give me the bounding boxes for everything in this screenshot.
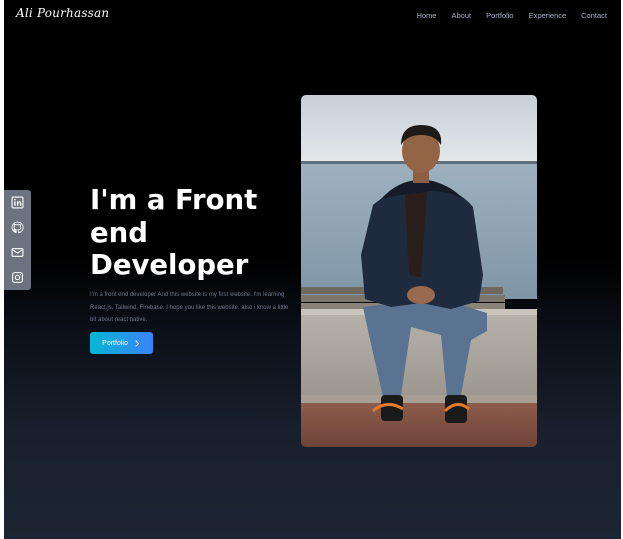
nav-link-contact[interactable]: Contact	[581, 11, 607, 20]
hero-title-line-2: end	[90, 216, 148, 249]
hero-description: I'm a front end developer And this websi…	[90, 292, 289, 323]
nav-link-home[interactable]: Home	[416, 11, 436, 20]
social-link-linkedin[interactable]	[4, 190, 31, 215]
mail-icon	[11, 248, 24, 257]
chevron-right-icon	[135, 339, 139, 347]
profile-photo-image	[301, 95, 537, 447]
portfolio-button[interactable]: Portfolio	[90, 332, 153, 354]
social-link-instagram[interactable]	[4, 265, 31, 290]
linkedin-icon	[11, 196, 24, 209]
social-links-bar	[4, 190, 31, 290]
portfolio-button-label: Portfolio	[102, 339, 128, 347]
hero-title-line-3: Developer	[90, 249, 249, 281]
nav-links: Home About Portfolio Experience Contact	[416, 11, 607, 20]
hero-title: I'm a Front end Developer	[90, 184, 290, 282]
profile-photo	[301, 95, 537, 447]
instagram-icon	[12, 272, 23, 283]
site-logo[interactable]: Ali Pourhassan	[16, 6, 109, 20]
hero-title-line-1: I'm a Front	[90, 184, 258, 216]
nav-link-portfolio[interactable]: Portfolio	[486, 11, 514, 20]
social-link-github[interactable]	[4, 215, 31, 240]
page: Ali Pourhassan Home About Portfolio Expe…	[4, 0, 621, 539]
github-icon	[11, 221, 24, 234]
navbar: Ali Pourhassan Home About Portfolio Expe…	[4, 0, 621, 32]
nav-link-about[interactable]: About	[451, 11, 471, 20]
social-link-mail[interactable]	[4, 240, 31, 265]
nav-link-experience[interactable]: Experience	[529, 11, 567, 20]
